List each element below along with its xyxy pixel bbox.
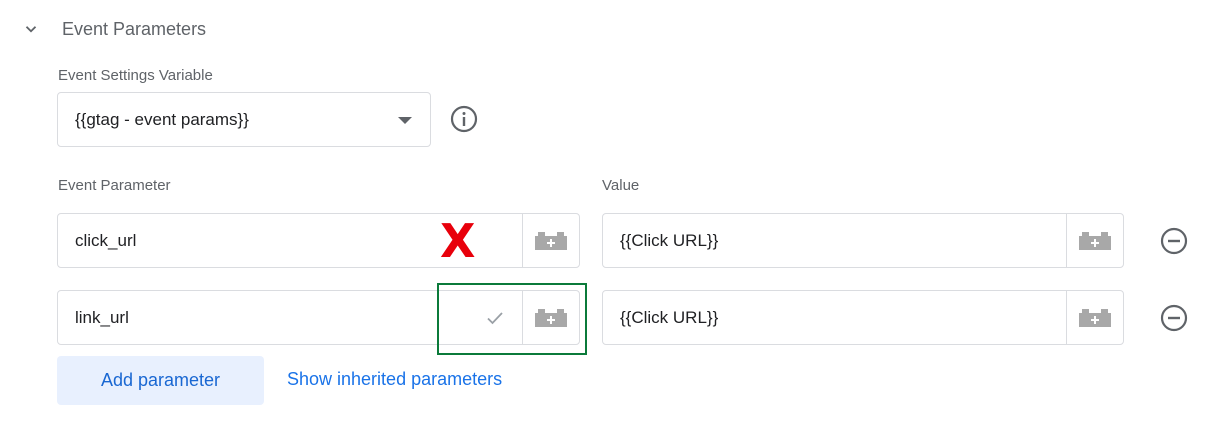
- parameter-input-value: link_url: [75, 307, 129, 327]
- add-parameter-button[interactable]: Add parameter: [57, 356, 264, 405]
- value-input-row-2[interactable]: {{Click URL}}: [602, 290, 1124, 345]
- variable-picker-button[interactable]: [1066, 214, 1123, 267]
- lego-brick-icon: [1079, 231, 1111, 250]
- value-input-value: {{Click URL}}: [620, 307, 719, 327]
- lego-brick-icon: [535, 231, 567, 250]
- remove-row-icon[interactable]: [1159, 226, 1189, 256]
- lego-brick-icon: [1079, 308, 1111, 327]
- value-input-value: {{Click URL}}: [620, 230, 719, 250]
- remove-row-icon[interactable]: [1159, 303, 1189, 333]
- variable-picker-button[interactable]: [1066, 291, 1123, 344]
- parameter-input-row-1[interactable]: click_url: [57, 213, 580, 268]
- info-icon[interactable]: [449, 104, 479, 134]
- chevron-down-icon[interactable]: [22, 20, 40, 38]
- green-highlight-annotation: [437, 283, 587, 355]
- parameter-input-value: click_url: [75, 230, 137, 250]
- value-input-row-1[interactable]: {{Click URL}}: [602, 213, 1124, 268]
- settings-variable-dropdown[interactable]: {{gtag - event params}}: [57, 92, 431, 147]
- settings-variable-label: Event Settings Variable: [58, 67, 213, 84]
- show-inherited-parameters-link[interactable]: Show inherited parameters: [287, 369, 502, 390]
- event-parameter-column-label: Event Parameter: [58, 177, 171, 194]
- value-column-label: Value: [602, 177, 640, 194]
- variable-picker-button[interactable]: [522, 214, 579, 267]
- section-title: Event Parameters: [62, 19, 207, 39]
- red-x-annotation: X: [440, 214, 476, 268]
- settings-variable-value: {{gtag - event params}}: [75, 109, 249, 129]
- dropdown-arrow-icon: [398, 117, 412, 124]
